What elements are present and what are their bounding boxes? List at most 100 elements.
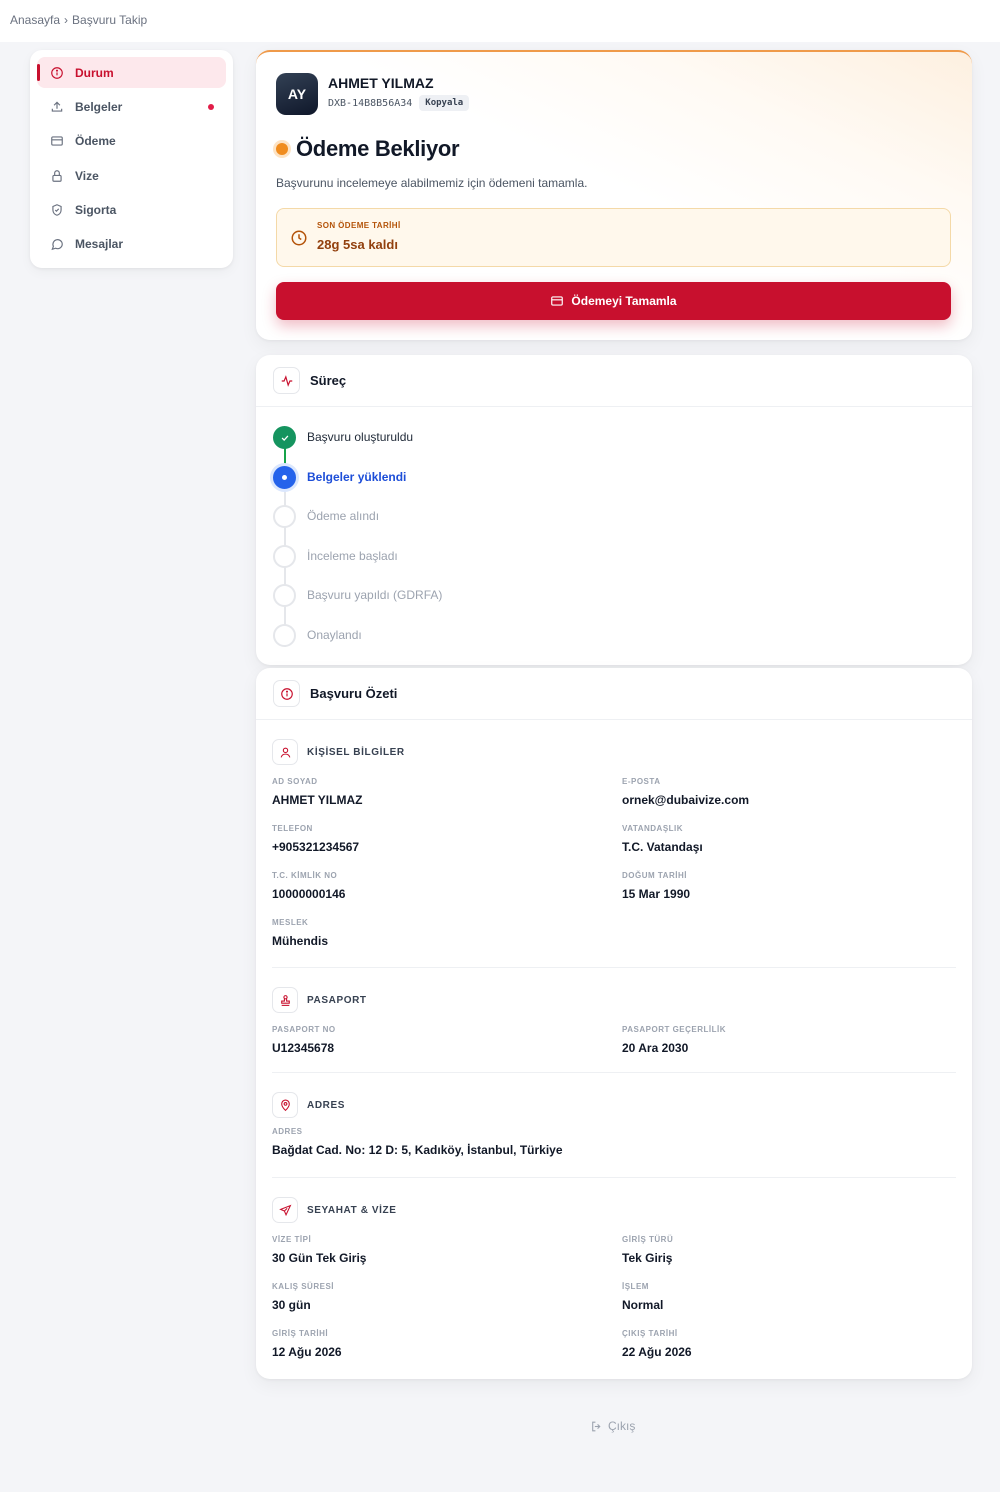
current-step-icon	[273, 465, 296, 489]
logout-icon	[592, 1421, 601, 1431]
applicant-name: AHMET YILMAZ	[328, 75, 434, 91]
upload-icon	[49, 99, 65, 115]
info-icon	[273, 680, 300, 707]
pending-step-icon	[273, 623, 296, 647]
field-kalis-suresi: KALIŞ SÜRESİ 30 gün	[272, 1279, 622, 1326]
field-vatandaslik: VATANDAŞLIK T.C. Vatandaşı	[622, 821, 952, 868]
deadline-label: SON ÖDEME TARİHİ	[317, 221, 401, 230]
field-meslek: MESLEK Mühendis	[272, 915, 622, 962]
step-label: Başvuru yapıldı (GDRFA)	[307, 588, 443, 603]
field-value: AHMET YILMAZ	[272, 793, 363, 807]
copy-button[interactable]: Kopyala	[419, 95, 470, 111]
group-title: SEYAHAT & VİZE	[307, 1204, 397, 1216]
summary-card: Başvuru Özeti KİŞİSEL BİLGİLER AD SOYAD A…	[256, 668, 972, 1379]
field-value: Mühendis	[272, 934, 328, 948]
credit-card-icon	[551, 296, 564, 306]
field-value: Tek Giriş	[622, 1251, 673, 1265]
credit-card-icon	[49, 133, 65, 149]
sidebar-item-mesajlar[interactable]: Mesajlar	[37, 229, 226, 260]
field-cikis-tarihi: ÇIKIŞ TARİHİ 22 Ağu 2026	[622, 1326, 952, 1373]
field-label: DOĞUM TARİHİ	[622, 871, 687, 880]
sidebar-item-label: Ödeme	[75, 134, 116, 149]
shield-icon	[49, 202, 65, 218]
process-card: Süreç Başvuru oluşturuldu Belgeler yükle…	[256, 355, 972, 665]
group-header: ADRES	[272, 1091, 956, 1119]
logout-label: Çıkış	[608, 1419, 636, 1433]
field-pasaport-gecerlilik: PASAPORT GEÇERLİLİK 20 Ara 2030	[622, 1022, 952, 1069]
status-heading: Ödeme Bekliyor	[276, 136, 460, 162]
field-value: U12345678	[272, 1041, 335, 1055]
passport-group: PASAPORT PASAPORT NO U12345678 PASAPORT G…	[272, 968, 956, 1073]
field-label: GİRİŞ TÜRÜ	[622, 1235, 674, 1244]
avatar: AY	[276, 73, 318, 115]
field-value: ornek@dubaivize.com	[622, 793, 750, 807]
timeline-step: Ödeme alındı	[273, 505, 972, 545]
sidebar-item-odeme[interactable]: Ödeme	[37, 126, 226, 157]
status-indicator	[276, 143, 288, 155]
group-header: PASAPORT	[272, 986, 956, 1014]
breadcrumb-current: Başvuru Takip	[72, 13, 148, 27]
field-label: MESLEK	[272, 918, 309, 927]
field-giris-tarihi: GİRİŞ TARİHİ 12 Ağu 2026	[272, 1326, 622, 1373]
sidebar-item-label: Durum	[75, 65, 114, 80]
personal-info-group: KİŞİSEL BİLGİLER AD SOYAD AHMET YILMAZ E-…	[272, 720, 956, 968]
user-icon	[272, 739, 298, 765]
sidebar-item-label: Mesajlar	[75, 237, 124, 252]
field-label: AD SOYAD	[272, 777, 318, 786]
field-vize-tipi: VİZE TİPİ 30 Gün Tek Giriş	[272, 1232, 622, 1279]
breadcrumb-home[interactable]: Anasayfa	[10, 13, 60, 27]
plane-icon	[272, 1197, 298, 1223]
field-label: E-POSTA	[622, 777, 661, 786]
status-card: AY AHMET YILMAZ DXB-14B8B56A34 Kopyala Ö…	[256, 50, 972, 340]
step-label: İnceleme başladı	[307, 548, 398, 563]
field-value: +905321234567	[272, 840, 360, 854]
field-adres: ADRES Bağdat Cad. No: 12 D: 5, Kadıköy, İ…	[272, 1127, 956, 1174]
pending-step-icon	[273, 505, 296, 529]
info-icon	[49, 65, 65, 81]
field-value: 20 Ara 2030	[622, 1041, 689, 1055]
activity-icon	[273, 367, 300, 394]
field-value: T.C. Vatandaşı	[622, 840, 703, 854]
field-value: 22 Ağu 2026	[622, 1345, 692, 1359]
field-value: 30 gün	[272, 1298, 311, 1312]
message-icon	[49, 236, 65, 252]
timeline-step: Belgeler yüklendi	[273, 465, 972, 506]
reference-code: DXB-14B8B56A34	[328, 97, 413, 109]
step-label: Ödeme alındı	[307, 509, 380, 524]
sidebar-item-label: Vize	[75, 168, 99, 183]
sidebar-item-vize[interactable]: Vize	[37, 160, 226, 191]
field-value: 15 Mar 1990	[622, 887, 691, 901]
reference-row: DXB-14B8B56A34 Kopyala	[328, 95, 470, 111]
logout-button[interactable]: Çıkış	[590, 1419, 635, 1433]
field-label: PASAPORT NO	[272, 1025, 336, 1034]
map-pin-icon	[272, 1092, 298, 1118]
field-label: VİZE TİPİ	[272, 1235, 312, 1244]
deadline-value: 28g 5sa kaldı	[317, 237, 398, 252]
field-label: PASAPORT GEÇERLİLİK	[622, 1025, 727, 1034]
field-ad-soyad: AD SOYAD AHMET YILMAZ	[272, 774, 622, 821]
pending-step-icon	[273, 544, 296, 568]
complete-payment-button[interactable]: Ödemeyi Tamamla	[276, 282, 951, 320]
deadline-box: SON ÖDEME TARİHİ 28g 5sa kaldı	[276, 208, 951, 267]
process-title: Süreç	[310, 373, 347, 388]
field-islem: İŞLEM Normal	[622, 1279, 952, 1326]
group-header: SEYAHAT & VİZE	[272, 1196, 956, 1224]
lock-icon	[49, 168, 65, 184]
field-telefon: TELEFON +905321234567	[272, 821, 622, 868]
field-e-posta: E-POSTA ornek@dubaivize.com	[622, 774, 952, 821]
field-label: VATANDAŞLIK	[622, 824, 684, 833]
step-label: Onaylandı	[307, 627, 362, 642]
breadcrumb: Anasayfa › Başvuru Takip	[0, 0, 1000, 42]
status-title: Ödeme Bekliyor	[296, 136, 460, 161]
sidebar-item-durum[interactable]: Durum	[37, 57, 226, 88]
status-description: Başvurunu incelemeye alabilmemiz için öd…	[276, 176, 588, 190]
sidebar-item-belgeler[interactable]: Belgeler	[37, 91, 226, 122]
check-icon	[273, 426, 296, 449]
field-value: Bağdat Cad. No: 12 D: 5, Kadıköy, İstanb…	[272, 1143, 563, 1157]
timeline-step: Başvuru yapıldı (GDRFA)	[273, 584, 972, 624]
sidebar-item-sigorta[interactable]: Sigorta	[37, 195, 226, 226]
summary-body: KİŞİSEL BİLGİLER AD SOYAD AHMET YILMAZ E-…	[256, 720, 972, 1359]
field-pasaport-no: PASAPORT NO U12345678	[272, 1022, 622, 1069]
field-value: Normal	[622, 1298, 664, 1312]
breadcrumb-separator: ›	[64, 13, 69, 27]
